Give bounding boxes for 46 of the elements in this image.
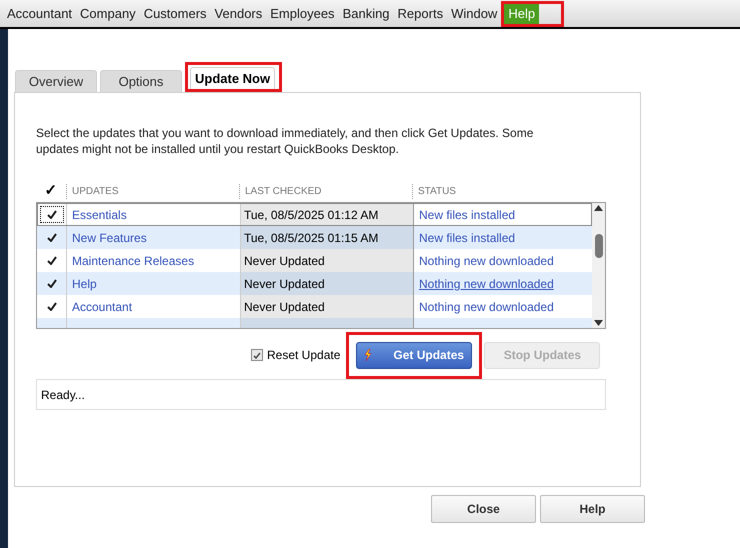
checkmark-icon — [253, 352, 261, 358]
menu-item[interactable]: Company — [76, 4, 140, 24]
table-cell: Never Updated — [241, 272, 414, 295]
menu-item[interactable]: Banking — [338, 4, 394, 24]
table-row[interactable]: Help Never Updated Nothing new downloaded — [37, 272, 592, 295]
instructions-text: Select the updates that you want to download immediately, and then click Get Updates. Some updates might not be installed until you restart QuickBooks Desktop. — [36, 125, 534, 157]
get-updates-button[interactable]: Get Updates — [356, 342, 472, 368]
scrollbar[interactable] — [592, 203, 605, 328]
menu-item[interactable]: Customers — [140, 4, 211, 24]
table-row[interactable]: New Features Tue, 08/5/2025 01:15 AM New files installed — [37, 226, 592, 249]
menu-item[interactable]: Employees — [266, 4, 339, 24]
checkmark-icon[interactable] — [46, 279, 56, 288]
table-cell: Tue, 08/5/2025 01:15 AM — [241, 226, 414, 249]
table-cell: Never Updated — [241, 295, 414, 318]
menu-item[interactable]: Vendors — [210, 4, 266, 24]
scroll-down-icon[interactable] — [594, 320, 603, 326]
dialog-button[interactable]: Help — [540, 495, 645, 523]
tab[interactable]: Options — [100, 70, 182, 92]
menu-item[interactable]: Window — [447, 4, 502, 24]
status-field: Ready... — [36, 379, 606, 410]
tab[interactable]: Update Now — [190, 67, 276, 89]
column-header: LAST CHECKED — [239, 184, 412, 198]
table-cell-text: New files installed — [418, 206, 516, 224]
lightning-icon — [364, 349, 372, 361]
checkbox[interactable] — [251, 349, 263, 361]
checkmark-icon[interactable] — [46, 233, 56, 242]
menu-item[interactable]: Reports — [394, 4, 448, 24]
reset-update-checkbox[interactable]: Reset Update — [251, 346, 340, 364]
table-row[interactable]: Essentials Tue, 08/5/2025 01:12 AM New files installed — [37, 203, 592, 226]
check-column-header: ✓ — [44, 180, 58, 201]
table-cell-text: Nothing new downloaded — [418, 252, 555, 270]
checkmark-icon[interactable] — [46, 256, 56, 265]
column-header: STATUS — [412, 184, 590, 198]
tab[interactable]: Overview — [15, 70, 97, 92]
table-cell-text: New files installed — [418, 230, 516, 246]
table-cell-text: Nothing new downloaded — [418, 276, 555, 292]
checkmark-icon[interactable] — [46, 302, 56, 311]
scroll-thumb[interactable] — [594, 234, 602, 258]
table-cell: Never Updated — [241, 249, 414, 272]
checkmark-icon[interactable] — [46, 210, 56, 219]
column-header: UPDATES — [66, 184, 239, 198]
table-cell: Tue, 08/5/2025 01:12 AM — [241, 203, 414, 226]
dialog-button[interactable]: Close — [431, 495, 536, 523]
menu-item[interactable]: Accountant — [3, 4, 76, 24]
table-cell-text: Nothing new downloaded — [418, 298, 555, 316]
scroll-up-icon[interactable] — [594, 205, 603, 211]
